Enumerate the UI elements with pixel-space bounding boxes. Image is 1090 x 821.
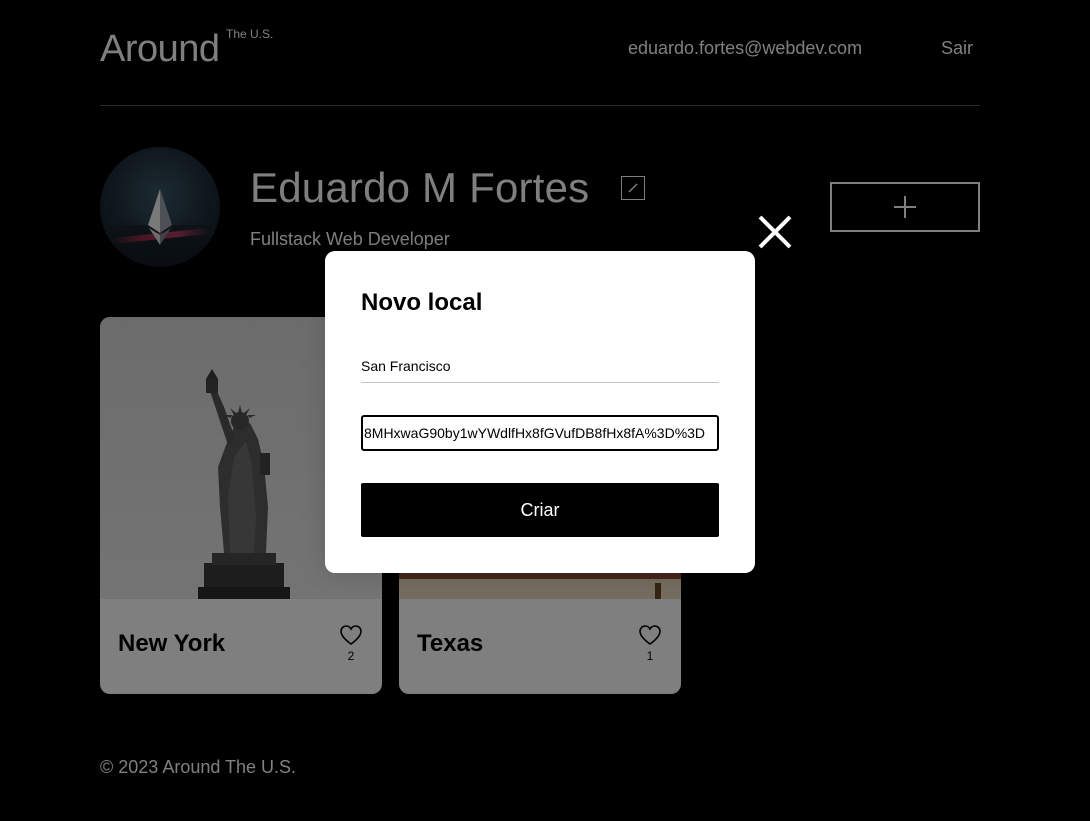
close-icon[interactable] xyxy=(757,214,793,250)
image-link-input[interactable]: 8MHxwaG90by1wYWdlfHx8fGVufDB8fHx8fA%3D%3… xyxy=(361,415,719,451)
create-button[interactable]: Criar xyxy=(361,483,719,537)
place-name-input[interactable] xyxy=(361,349,719,383)
modal-title: Novo local xyxy=(361,289,483,316)
new-place-modal: Novo local 8MHxwaG90by1wYWdlfHx8fGVufDB8… xyxy=(325,251,755,573)
image-link-value: 8MHxwaG90by1wYWdlfHx8fGVufDB8fHx8fA%3D%3… xyxy=(364,425,706,441)
page: Around The U.S. eduardo.fortes@webdev.co… xyxy=(0,0,1090,821)
